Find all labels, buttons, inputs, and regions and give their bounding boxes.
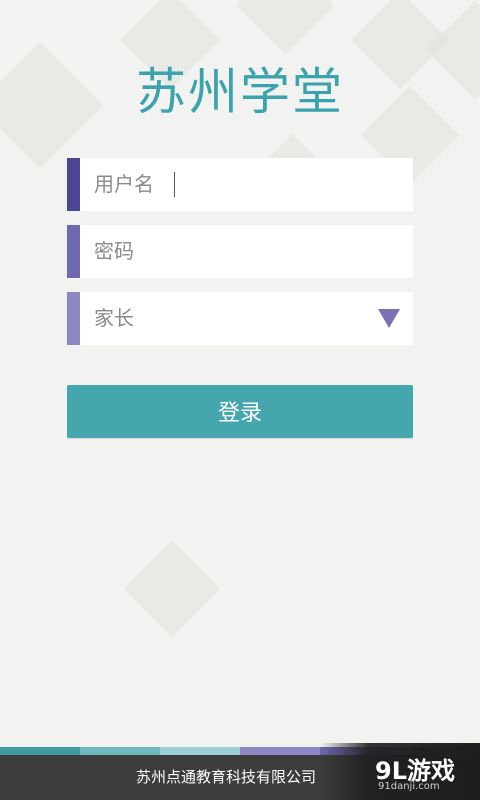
role-select[interactable]: 家长 — [67, 292, 413, 345]
role-selected-value: 家长 — [94, 306, 134, 330]
triangle-down-icon[interactable] — [378, 309, 400, 328]
watermark: 9L游戏 91danji.com — [320, 743, 480, 800]
role-select-accent — [67, 292, 80, 345]
password-field-accent — [67, 225, 80, 278]
watermark-site: 91danji.com — [378, 781, 440, 792]
password-placeholder: 密码 — [94, 239, 134, 263]
background-diamond — [235, 0, 335, 55]
password-field[interactable]: 密码 — [67, 225, 413, 278]
login-button[interactable]: 登录 — [67, 385, 413, 438]
text-cursor — [174, 172, 175, 197]
company-name: 苏州点通教育科技有限公司 — [136, 768, 317, 786]
username-field-accent — [67, 158, 80, 211]
username-placeholder: 用户名 — [94, 172, 154, 196]
background-diamond — [123, 540, 221, 638]
username-field[interactable]: 用户名 — [67, 158, 413, 211]
app-title: 苏州学堂 — [136, 63, 344, 121]
